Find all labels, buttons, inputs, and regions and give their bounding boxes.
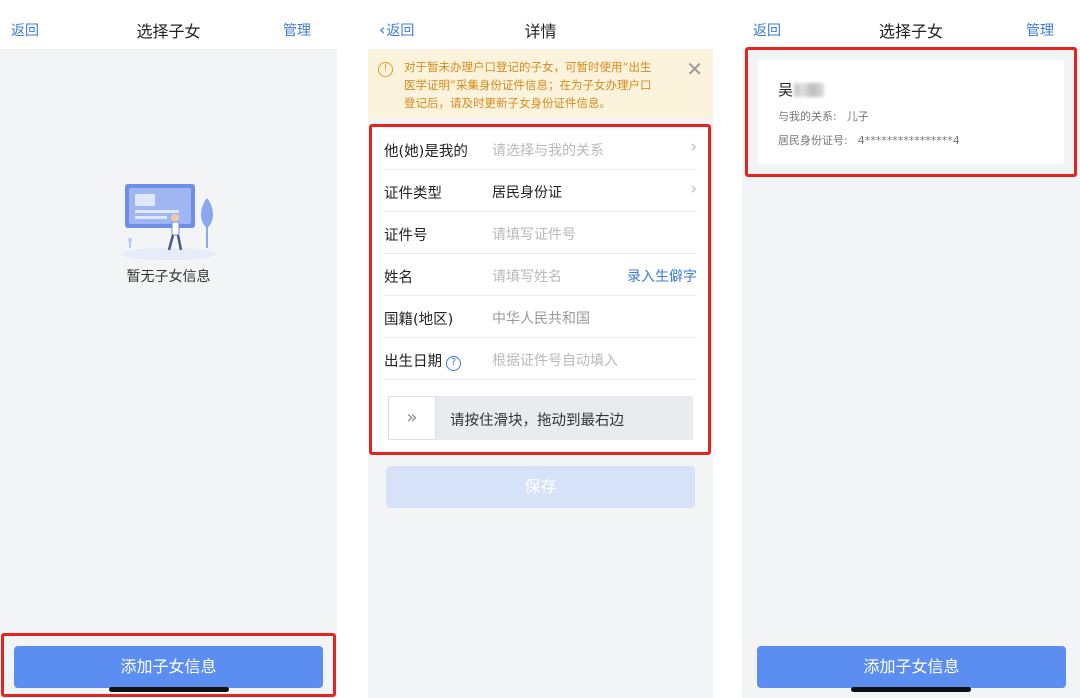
screen-select-children-empty: 返回 选择子女 管理 暂无子女信息 添加子女信息 [0,0,337,698]
id-type-row[interactable]: 证件类型 居民身份证 › [384,170,697,212]
notice-line: 对于暂未办理户口登记的子女，可暂时使用“出生 [404,60,652,74]
help-icon[interactable]: ? [446,356,461,371]
relation-label: 与我的关系: [778,110,837,123]
id-line: 居民身份证号: 4****************4 [778,132,960,148]
blurred-name [794,83,825,97]
child-info-form: 他(她)是我的 请选择与我的关系 › 证件类型 居民身份证 › 证件号 请填写证… [372,128,709,451]
slider-hint: 请按住滑块，拖动到最右边 [450,413,624,429]
captcha-slider[interactable]: » 请按住滑块，拖动到最右边 [388,396,693,440]
screen-child-details: ‹返回 详情 ! 对于暂未办理户口登记的子女，可暂时使用“出生 医学证明”采集身… [368,0,713,698]
notice-banner: ! 对于暂未办理户口登记的子女，可暂时使用“出生 医学证明”采集身份证件信息；在… [368,50,713,119]
screen-select-children-list: 返回 选择子女 管理 吴 与我的关系: 儿子 居民身份证号: 4**********… [742,0,1080,698]
chevron-right-icon: › [690,137,697,157]
relation-row[interactable]: 他(她)是我的 请选择与我的关系 › [384,128,697,170]
home-indicator [109,687,229,692]
chevron-right-icon: › [690,179,697,199]
empty-state-illustration [121,184,217,260]
relation-value: 儿子 [846,110,869,123]
nav-bar: 返回 选择子女 管理 [0,0,337,50]
id-value: 4****************4 [857,134,960,147]
id-type-select[interactable]: 居民身份证 [492,182,562,202]
home-indicator [851,687,971,692]
notice-line: 医学证明”采集身份证件信息；在为子女办理户口 [404,78,652,92]
nationality-label: 国籍(地区) [384,312,454,328]
notice-line: 登记后，请及时更新子女身份证件信息。 [404,96,611,110]
id-type-label: 证件类型 [384,186,442,202]
birth-date-label-text: 出生日期 [384,354,442,370]
save-button[interactable]: 保存 [386,466,695,508]
add-child-button[interactable]: 添加子女信息 [14,646,323,688]
birth-date-row: 出生日期? 根据证件号自动填入 [384,338,697,380]
child-surname: 吴 [778,81,794,99]
child-name: 吴 [778,79,825,100]
nationality-row[interactable]: 国籍(地区) 中华人民共和国 [384,296,697,338]
info-icon: ! [378,62,393,77]
nav-bar: ‹返回 详情 [368,0,713,50]
manage-button[interactable]: 管理 [283,20,311,40]
relation-label: 他(她)是我的 [384,144,468,160]
manage-button[interactable]: 管理 [1026,20,1054,40]
birth-date-label: 出生日期? [384,350,461,371]
nav-bar: 返回 选择子女 管理 [742,0,1080,50]
notice-text: 对于暂未办理户口登记的子女，可暂时使用“出生 医学证明”采集身份证件信息；在为子… [404,58,669,112]
id-number-row: 证件号 请填写证件号 [384,212,697,254]
name-label: 姓名 [384,270,413,286]
relation-select[interactable]: 请选择与我的关系 [492,140,604,160]
birth-date-input: 根据证件号自动填入 [492,353,618,369]
id-number-label: 证件号 [384,228,428,244]
id-number-input[interactable]: 请填写证件号 [492,224,576,244]
nationality-value[interactable]: 中华人民共和国 [492,308,590,328]
name-row: 姓名 请填写姓名 录入生僻字 [384,254,697,296]
close-icon[interactable]: ✕ [686,57,703,81]
relation-line: 与我的关系: 儿子 [778,108,869,124]
add-child-button[interactable]: 添加子女信息 [757,646,1066,688]
empty-state-text: 暂无子女信息 [126,269,211,285]
page-title: 详情 [524,22,557,41]
rare-character-link[interactable]: 录入生僻字 [627,266,697,286]
name-input[interactable]: 请填写姓名 [492,266,562,286]
slider-handle[interactable]: » [388,396,436,440]
child-card[interactable]: 吴 与我的关系: 儿子 居民身份证号: 4****************4 [758,60,1064,164]
id-label: 居民身份证号: [778,134,848,147]
